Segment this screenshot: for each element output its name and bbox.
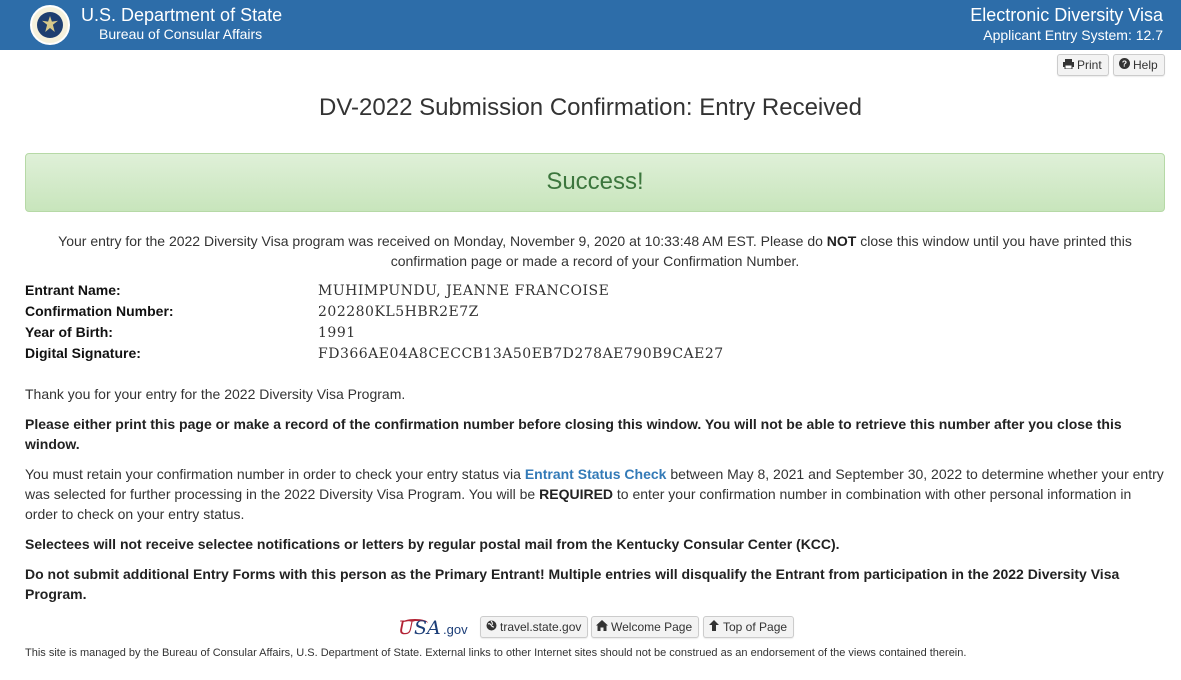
entrant-status-check-link[interactable]: Entrant Status Check <box>525 466 667 482</box>
retain-required-emphasis: REQUIRED <box>539 486 614 502</box>
year-of-birth-label: Year of Birth: <box>25 324 113 340</box>
multiple-entries-warning: Do not submit additional Entry Forms wit… <box>25 566 1120 602</box>
selectees-notice: Selectees will not receive selectee noti… <box>25 536 840 552</box>
entrant-info: Entrant Name: MUHIMPUNDU, JEANNE FRANCOI… <box>25 282 1125 366</box>
thank-you-text: Thank you for your entry for the 2022 Di… <box>25 386 406 402</box>
header-app-version: Applicant Entry System: 12.7 <box>983 27 1163 43</box>
welcome-page-button[interactable]: Welcome Page <box>591 616 700 638</box>
printer-icon <box>1062 56 1074 76</box>
entrant-name-row: Entrant Name: MUHIMPUNDU, JEANNE FRANCOI… <box>25 282 1125 303</box>
footer-disclaimer: This site is managed by the Bureau of Co… <box>25 647 967 659</box>
print-button[interactable]: Print <box>1057 54 1109 76</box>
receipt-notice: Your entry for the 2022 Diversity Visa p… <box>50 231 1140 271</box>
print-button-label: Print <box>1077 58 1102 72</box>
header-app-title: Electronic Diversity Visa <box>970 5 1163 25</box>
header-subtitle: Bureau of Consular Affairs <box>99 26 263 42</box>
confirmation-number-value: 202280KL5HBR2E7Z <box>318 304 479 320</box>
usa-gov-logo[interactable]: U SA .gov <box>398 616 470 640</box>
svg-text:?: ? <box>1121 59 1126 69</box>
entrant-name-value: MUHIMPUNDU, JEANNE FRANCOISE <box>318 283 610 299</box>
header-title: U.S. Department of State <box>81 5 283 25</box>
home-icon <box>596 618 608 638</box>
success-alert: Success! <box>25 153 1165 212</box>
usa-gov-u: U <box>398 617 415 639</box>
travel-state-gov-button[interactable]: travel.state.gov <box>480 616 589 638</box>
help-button[interactable]: ? Help <box>1113 54 1165 76</box>
confirmation-number-row: Confirmation Number: 202280KL5HBR2E7Z <box>25 303 1125 324</box>
question-circle-icon: ? <box>1118 56 1130 76</box>
year-of-birth-row: Year of Birth: 1991 <box>25 324 1125 345</box>
receipt-notice-text-1: Your entry for the 2022 Diversity Visa p… <box>58 233 827 249</box>
digital-signature-row: Digital Signature: FD366AE04A8CECCB13A50… <box>25 345 1125 366</box>
arrow-up-icon <box>708 618 720 638</box>
entrant-name-label: Entrant Name: <box>25 282 121 298</box>
welcome-page-label: Welcome Page <box>611 620 693 634</box>
top-of-page-button[interactable]: Top of Page <box>703 616 795 638</box>
globe-icon <box>485 618 497 638</box>
retain-text-1: You must retain your confirmation number… <box>25 466 525 482</box>
site-header: U.S. Department of State Bureau of Consu… <box>0 0 1181 50</box>
travel-state-gov-label: travel.state.gov <box>500 620 582 634</box>
usa-gov-domain: .gov <box>443 622 468 637</box>
usa-gov-sa: SA <box>414 617 441 639</box>
help-button-label: Help <box>1133 58 1158 72</box>
success-alert-text: Success! <box>546 168 644 195</box>
print-warning-text: Please either print this page or make a … <box>25 416 1122 452</box>
top-of-page-label: Top of Page <box>723 620 788 634</box>
year-of-birth-value: 1991 <box>318 325 356 341</box>
state-department-seal-icon <box>30 5 70 45</box>
confirmation-number-label: Confirmation Number: <box>25 303 174 319</box>
digital-signature-value: FD366AE04A8CECCB13A50EB7D278AE790B9CAE27 <box>318 346 724 362</box>
retain-confirmation-text: You must retain your confirmation number… <box>25 464 1165 524</box>
receipt-notice-emphasis: NOT <box>826 233 857 249</box>
page-title: DV-2022 Submission Confirmation: Entry R… <box>319 94 862 121</box>
digital-signature-label: Digital Signature: <box>25 345 141 361</box>
